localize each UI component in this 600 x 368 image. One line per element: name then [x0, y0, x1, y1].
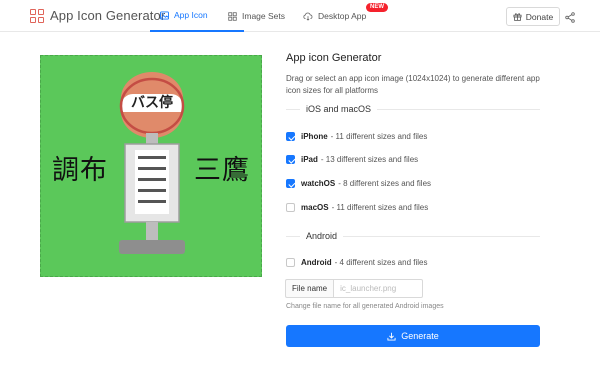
- option-detail: - 11 different sizes and files: [331, 203, 429, 212]
- ios-section-divider: iOS and macOS: [286, 104, 540, 114]
- right-station-text: 三鷹: [194, 155, 250, 186]
- ios-section-title: iOS and macOS: [306, 104, 372, 114]
- tab-image-sets[interactable]: Image Sets: [228, 0, 285, 32]
- new-badge: NEW: [366, 3, 388, 12]
- option-macos[interactable]: macOS - 11 different sizes and files: [286, 203, 428, 212]
- brand[interactable]: App Icon Generator: [30, 8, 165, 23]
- option-detail: - 11 different sizes and files: [330, 132, 428, 141]
- option-name: iPhone: [301, 132, 328, 141]
- donate-button[interactable]: Donate: [506, 7, 560, 26]
- generator-panel: App icon Generator Drag or select an app…: [286, 52, 542, 96]
- brand-logo-icon: [30, 8, 44, 23]
- option-detail: - 13 different sizes and files: [320, 155, 419, 164]
- android-checkbox[interactable]: [286, 258, 295, 267]
- tab-app-icon-label: App Icon: [174, 10, 208, 20]
- option-name: Android: [301, 258, 332, 267]
- brand-name: App Icon Generator: [50, 8, 166, 23]
- sign-text: バス停: [131, 95, 173, 111]
- iphone-checkbox[interactable]: [286, 132, 295, 141]
- panel-description: Drag or select an app icon image (1024x1…: [286, 74, 540, 95]
- tab-image-sets-label: Image Sets: [242, 11, 285, 21]
- option-detail: - 4 different sizes and files: [334, 258, 428, 267]
- option-android[interactable]: Android - 4 different sizes and files: [286, 258, 427, 267]
- donate-label: Donate: [525, 11, 554, 22]
- image-icon: [160, 10, 169, 20]
- generate-button[interactable]: Generate: [286, 325, 540, 347]
- icon-preview-dropzone[interactable]: バス停 調布 三鷹: [40, 55, 262, 277]
- grid-icon: [228, 11, 237, 21]
- option-name: watchOS: [301, 179, 336, 188]
- option-watchos[interactable]: watchOS - 8 different sizes and files: [286, 179, 431, 188]
- option-iphone[interactable]: iPhone - 11 different sizes and files: [286, 132, 427, 141]
- option-name: iPad: [301, 155, 318, 164]
- download-icon: [387, 332, 396, 341]
- watchos-checkbox[interactable]: [286, 179, 295, 188]
- macos-checkbox[interactable]: [286, 203, 295, 212]
- file-name-input[interactable]: [333, 279, 424, 298]
- cloud-download-icon: [303, 12, 313, 21]
- generate-label: Generate: [401, 331, 439, 341]
- android-section-divider: Android: [286, 231, 540, 241]
- tab-desktop-app-label: Desktop App: [318, 11, 367, 21]
- left-station-text: 調布: [52, 155, 108, 186]
- file-name-label: File name: [285, 279, 334, 298]
- file-name-group: File name: [285, 279, 424, 298]
- panel-title: App icon Generator: [286, 52, 382, 64]
- share-icon: [565, 12, 575, 23]
- option-name: macOS: [301, 203, 329, 212]
- top-nav: App Icon Generator App Icon Image Sets D…: [0, 0, 600, 32]
- tab-desktop-app[interactable]: Desktop App: [303, 0, 366, 32]
- ipad-checkbox[interactable]: [286, 155, 295, 164]
- share-button[interactable]: [565, 10, 575, 28]
- file-name-hint: Change file name for all generated Andro…: [286, 303, 444, 310]
- gift-icon: [513, 13, 522, 21]
- option-ipad[interactable]: iPad - 13 different sizes and files: [286, 155, 418, 164]
- option-detail: - 8 different sizes and files: [338, 179, 432, 188]
- android-section-title: Android: [306, 231, 338, 241]
